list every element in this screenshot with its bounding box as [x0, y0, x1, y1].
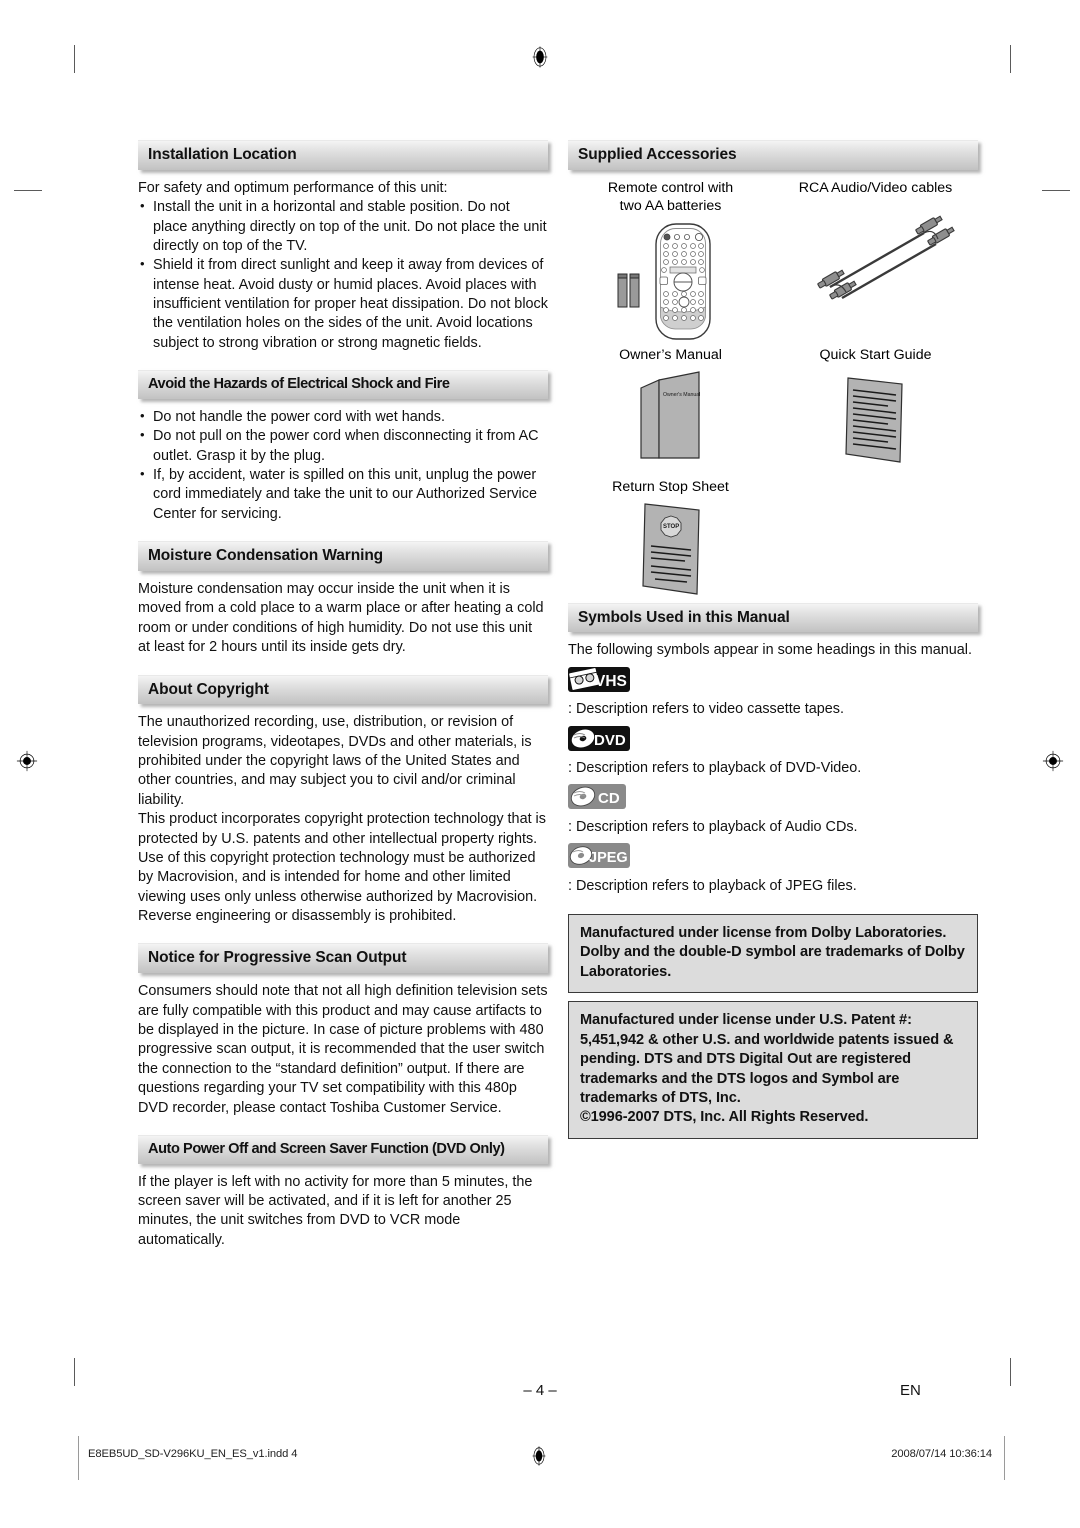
accessories-grid: Remote control with two AA batteries RCA…: [568, 179, 978, 599]
svg-text:VHS: VHS: [595, 673, 627, 690]
list-item: If, by accident, water is spilled on thi…: [138, 465, 548, 524]
accessory-rca-cables: RCA Audio/Video cables: [773, 179, 978, 346]
quick-start-sheet-icon: [773, 366, 978, 474]
svg-text:JPEG: JPEG: [589, 850, 628, 866]
list-item: Do not handle the power cord with wet ha…: [138, 407, 548, 427]
list-item: Install the unit in a horizontal and sta…: [138, 197, 548, 256]
section-body-progressive-scan: Consumers should note that not all high …: [138, 982, 548, 1118]
registration-mark-left: [16, 750, 38, 772]
section-heading-avoid-hazards: Avoid the Hazards of Electrical Shock an…: [138, 370, 548, 399]
paragraph: This product incorporates copyright prot…: [138, 811, 546, 925]
footer-filename: E8EB5UD_SD-V296KU_EN_ES_v1.indd 4: [88, 1448, 298, 1460]
footer-rule-left: [78, 1436, 79, 1480]
license-box-dts: Manufactured under license under U.S. Pa…: [568, 1001, 978, 1139]
section-heading-progressive-scan: Notice for Progressive Scan Output: [138, 943, 548, 974]
list-item: Do not pull on the power cord when disco…: [138, 426, 548, 466]
manual-page: Installation Location For safety and opt…: [0, 0, 1080, 1528]
section-heading-moisture-condensation: Moisture Condensation Warning: [138, 541, 548, 572]
remote-control-icon: [568, 218, 773, 346]
right-column: Supplied Accessories Remote control with…: [568, 140, 978, 1147]
accessory-remote-control: Remote control with two AA batteries: [568, 179, 773, 346]
paragraph: If the player is left with no activity f…: [138, 1173, 533, 1248]
accessory-owners-manual: Owner’s Manual Owner's Manual: [568, 346, 773, 474]
accessory-label: Quick Start Guide: [819, 346, 932, 363]
accessory-label: Remote control with two AA batteries: [607, 179, 734, 215]
accessory-label: RCA Audio/Video cables: [798, 179, 953, 196]
license-box-dolby: Manufactured under license from Dolby La…: [568, 914, 978, 994]
paragraph: Consumers should note that not all high …: [138, 983, 548, 1116]
svg-text:CD: CD: [598, 790, 620, 807]
crop-mark-left-top: [14, 190, 42, 191]
registration-mark-right: [1042, 750, 1064, 772]
hazards-bullet-list: Do not handle the power cord with wet ha…: [138, 407, 548, 524]
badge-dvd: DVD: [568, 725, 630, 757]
footer-rule-right: [1004, 1436, 1005, 1480]
return-stop-sheet-icon: STOP: [568, 499, 773, 599]
section-heading-auto-power-off: Auto Power Off and Screen Saver Function…: [138, 1134, 548, 1164]
accessory-label: Owner’s Manual: [619, 346, 722, 363]
installation-intro: For safety and optimum performance of th…: [138, 179, 448, 196]
section-heading-supplied-accessories: Supplied Accessories: [568, 140, 978, 170]
symbol-description: : Description refers to playback of DVD-…: [568, 760, 862, 776]
symbols-intro: The following symbols appear in some hea…: [568, 642, 972, 659]
installation-bullet-list: Install the unit in a horizontal and sta…: [138, 197, 548, 353]
section-body-moisture-condensation: Moisture condensation may occur inside t…: [138, 580, 548, 658]
accessory-empty-slot: [773, 474, 978, 598]
section-heading-symbols-used: Symbols Used in this Manual: [568, 602, 978, 633]
badge-vhs: VHS: [568, 666, 630, 698]
registration-mark-bottom: [532, 1446, 546, 1466]
symbol-description: : Description refers to playback of Audi…: [568, 818, 858, 835]
left-column: Installation Location For safety and opt…: [138, 140, 548, 1267]
badge-jpeg: JPEG: [568, 843, 630, 874]
section-heading-about-copyright: About Copyright: [138, 674, 548, 705]
section-body-installation-location: For safety and optimum performance of th…: [138, 179, 548, 353]
owners-manual-cover-text: Owner's Manual: [663, 392, 700, 398]
footer-timestamp: 2008/07/14 10:36:14: [891, 1448, 992, 1460]
section-body-avoid-hazards: Do not handle the power cord with wet ha…: [138, 407, 548, 524]
symbol-description: : Description refers to playback of JPEG…: [568, 877, 857, 894]
crop-mark-right-top: [1042, 190, 1070, 191]
crop-mark-top-right: [1010, 45, 1011, 73]
accessory-quick-start-guide: Quick Start Guide: [773, 346, 978, 474]
badge-cd: CD: [568, 784, 626, 815]
language-code: EN: [900, 1382, 921, 1399]
registration-mark-top: [532, 46, 548, 68]
paragraph: The unauthorized recording, use, distrib…: [138, 714, 532, 808]
rca-cables-icon: [773, 199, 978, 327]
list-item: Shield it from direct sunlight and keep …: [138, 255, 548, 353]
crop-mark-top-left: [74, 45, 75, 73]
paragraph: Moisture condensation may occur inside t…: [138, 581, 544, 656]
accessory-label: Return Stop Sheet: [612, 479, 729, 496]
stop-stamp-text: STOP: [663, 524, 679, 530]
accessory-return-stop-sheet: Return Stop Sheet STOP: [568, 478, 773, 598]
symbol-description: : Description refers to video cassette t…: [568, 701, 844, 718]
owners-manual-icon: Owner's Manual: [568, 366, 773, 474]
section-heading-installation-location: Installation Location: [138, 140, 548, 170]
section-body-auto-power-off: If the player is left with no activity f…: [138, 1173, 548, 1251]
section-body-about-copyright: The unauthorized recording, use, distrib…: [138, 713, 548, 926]
section-body-symbols-used: The following symbols appear in some hea…: [568, 641, 978, 896]
svg-text:DVD: DVD: [594, 732, 626, 749]
